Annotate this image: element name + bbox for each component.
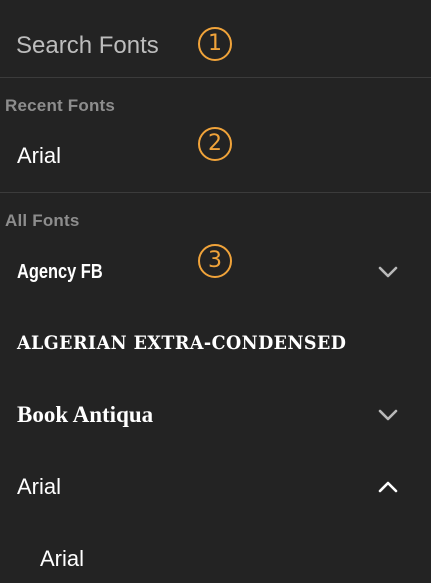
all-fonts-heading: All Fonts <box>5 211 80 230</box>
font-item-book-antiqua[interactable]: Book Antiqua <box>0 391 431 439</box>
font-style-item-arial[interactable]: Arial <box>0 535 431 583</box>
recent-fonts-heading: Recent Fonts <box>5 96 116 115</box>
section-divider <box>0 192 431 193</box>
chevron-down-icon[interactable] <box>376 262 400 282</box>
font-picker-panel: 1 Recent Fonts Arial 2 All Fonts 3 Agenc… <box>0 0 431 583</box>
font-item-agency-fb[interactable]: Agency FB <box>0 248 431 296</box>
font-item-label: Agency FB <box>17 261 103 283</box>
search-fonts-input[interactable] <box>16 28 316 64</box>
callout-marker-1: 1 <box>198 27 232 61</box>
chevron-down-icon[interactable] <box>376 405 400 425</box>
recent-font-label: Arial <box>17 143 62 168</box>
font-item-label: Arial <box>17 474 62 499</box>
font-item-arial[interactable]: Arial <box>0 463 431 511</box>
font-style-label: Arial <box>40 546 85 571</box>
font-item-label: ALGERIAN EXTRA-CONDENSED <box>17 332 347 354</box>
chevron-up-icon[interactable] <box>376 477 400 497</box>
font-item-label: Book Antiqua <box>17 402 154 427</box>
callout-marker-2: 2 <box>198 127 232 161</box>
font-item-algerian[interactable]: ALGERIAN EXTRA-CONDENSED <box>0 319 431 367</box>
